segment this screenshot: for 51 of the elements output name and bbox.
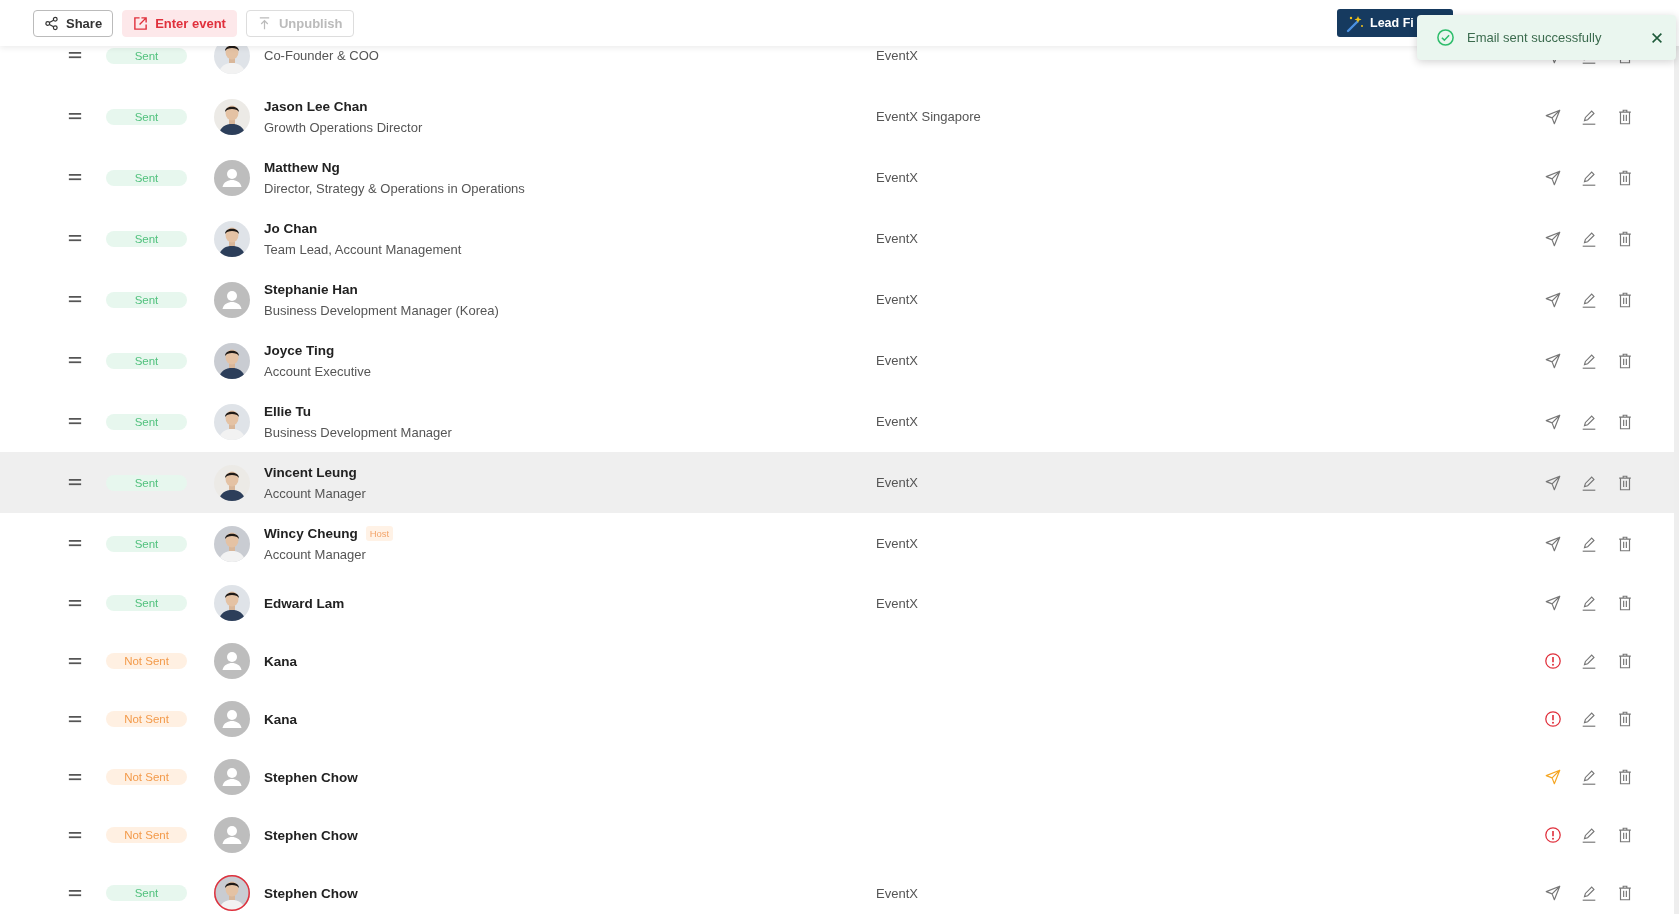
toast-message: Email sent successfully bbox=[1467, 30, 1603, 45]
status-badge: Sent bbox=[106, 535, 187, 552]
person-name: Jason Lee Chan bbox=[264, 98, 368, 114]
company-name: EventX bbox=[876, 292, 918, 307]
status-badge: Not Sent bbox=[106, 769, 187, 785]
status-badge: Sent bbox=[106, 474, 187, 491]
company-name: EventX bbox=[876, 353, 918, 368]
company-name: EventX bbox=[876, 414, 918, 429]
person-name: Vincent Leung bbox=[264, 464, 357, 480]
status-badge: Sent bbox=[106, 108, 187, 125]
person-name: Joyce Ting bbox=[264, 342, 335, 358]
job-title: Director, Strategy & Operations in Operations bbox=[264, 180, 526, 196]
job-title: Account Executive bbox=[264, 363, 372, 379]
person-name: Kana bbox=[264, 711, 297, 727]
status-badge: Sent bbox=[106, 47, 187, 64]
company-name: EventX bbox=[876, 595, 918, 611]
job-title: Team Lead, Account Management bbox=[264, 241, 463, 257]
person-name: Kana bbox=[264, 653, 297, 669]
company-name: EventX bbox=[876, 475, 918, 490]
person-name: Stephen Chow bbox=[264, 885, 358, 901]
person-name: Stephanie Han bbox=[264, 281, 358, 297]
person-name: Jo Chan bbox=[264, 220, 318, 236]
status-badge: Not Sent bbox=[106, 711, 187, 727]
status-badge: Sent bbox=[106, 885, 187, 901]
person-name: Ellie Tu bbox=[264, 403, 311, 419]
company-name: EventX Singapore bbox=[876, 109, 981, 124]
status-badge: Not Sent bbox=[106, 827, 187, 843]
job-title: Business Development Manager (Korea) bbox=[264, 302, 500, 318]
company-name: EventX bbox=[876, 536, 918, 551]
status-badge: Sent bbox=[106, 413, 187, 430]
status-badge: Not Sent bbox=[106, 653, 187, 669]
job-title: Growth Operations Director bbox=[264, 119, 424, 135]
status-badge: Sent bbox=[106, 169, 187, 186]
person-name: Edward Lam bbox=[264, 595, 345, 611]
status-badge: Sent bbox=[106, 230, 187, 247]
person-name: Wincy Cheung bbox=[264, 525, 358, 541]
person-name: Stephen Chow bbox=[264, 827, 358, 843]
company-name: EventX bbox=[876, 48, 918, 63]
status-badge: Sent bbox=[106, 291, 187, 308]
job-title: Business Development Manager bbox=[264, 424, 453, 440]
status-badge: Sent bbox=[106, 595, 187, 611]
company-name: EventX bbox=[876, 885, 918, 901]
person-name: Stephen Chow bbox=[264, 769, 358, 785]
job-title: Co-Founder & COO bbox=[264, 48, 380, 63]
company-name: EventX bbox=[876, 231, 918, 246]
status-badge: Sent bbox=[106, 352, 187, 369]
job-title: Account Manager bbox=[264, 546, 367, 562]
person-name: Matthew Ng bbox=[264, 159, 340, 175]
host-tag: Host bbox=[365, 525, 394, 541]
job-title: Account Manager bbox=[264, 485, 367, 501]
company-name: EventX bbox=[876, 170, 918, 185]
